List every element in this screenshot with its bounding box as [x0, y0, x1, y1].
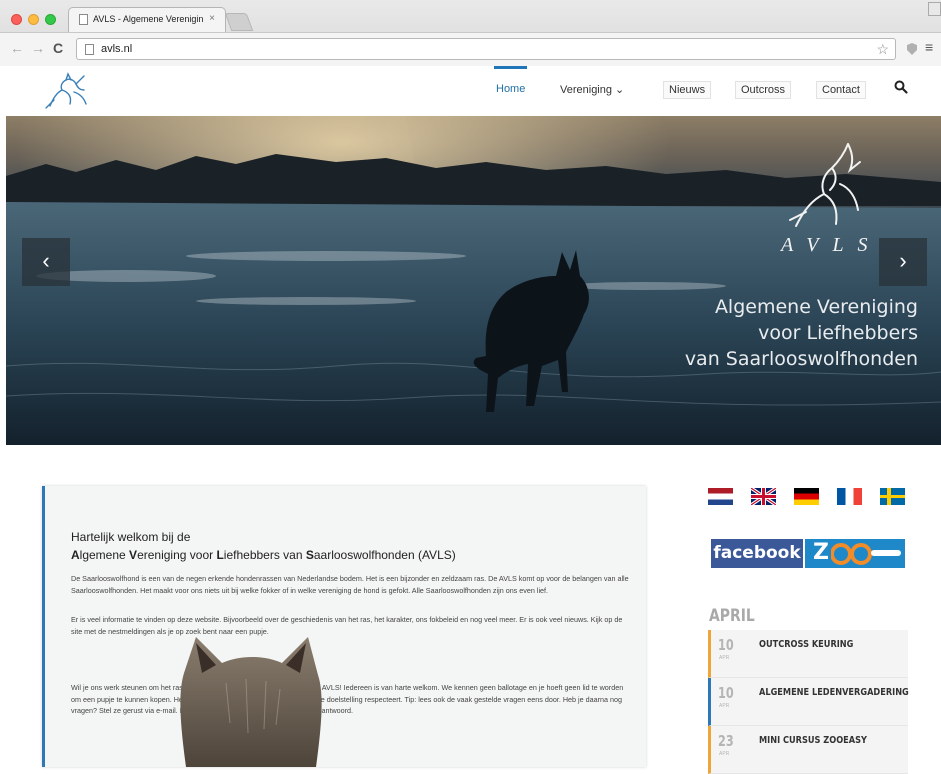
- event-month: APR: [719, 655, 730, 661]
- menu-icon[interactable]: ≡: [925, 39, 933, 55]
- nav-item-nieuws[interactable]: Nieuws: [663, 81, 712, 99]
- extension-icon[interactable]: [905, 42, 919, 56]
- address-bar[interactable]: avls.nl ☆: [76, 38, 896, 60]
- welcome-paragraph: Wil je ons werk steunen om het ras gezon…: [71, 683, 624, 715]
- welcome-subheading: Algemene Vereniging voor Liefhebbers van…: [71, 548, 456, 562]
- howling-wolf-logo-icon: [789, 143, 861, 227]
- browser-chrome: AVLS - Algemene Vereniging × ← → C avls.…: [0, 0, 941, 66]
- close-window-button[interactable]: [11, 14, 22, 25]
- forward-icon[interactable]: →: [31, 40, 45, 56]
- heading-word: ereniging voor: [137, 548, 217, 562]
- heading-word: aarlooswolfhonden (AVLS): [313, 548, 456, 562]
- bookmark-star-icon[interactable]: ☆: [876, 41, 889, 58]
- avls-logo-icon[interactable]: [40, 72, 96, 112]
- welcome-paragraph: Er is veel informatie te vinden op deze …: [71, 615, 623, 636]
- events-list: 10 APR OUTCROSS KEURING 10 APR ALGEMENE …: [708, 630, 909, 774]
- event-title[interactable]: MINI CURSUS ZOOEASY: [759, 735, 867, 746]
- event-title[interactable]: ALGEMENE LEDENVERGADERING: [759, 687, 909, 698]
- hero-slogan-line: van Saarlooswolfhonden: [684, 348, 918, 370]
- maximize-window-button[interactable]: [45, 14, 56, 25]
- nav-item-outcross[interactable]: Outcross: [735, 81, 792, 99]
- welcome-panel: Hartelijk welkom bij de Algemene Verenig…: [42, 486, 646, 767]
- event-title[interactable]: OUTCROSS KEURING: [759, 639, 853, 650]
- zooeasy-logo-icon: [831, 543, 901, 565]
- event-month: APR: [719, 703, 730, 709]
- flag-nl-icon[interactable]: [708, 488, 733, 505]
- heading-initial: A: [71, 548, 80, 562]
- flag-de-icon[interactable]: [794, 488, 819, 505]
- event-day: 23: [718, 732, 734, 750]
- language-flags: [708, 488, 908, 508]
- heading-initial: L: [216, 548, 224, 562]
- tab-close-icon[interactable]: ×: [209, 13, 215, 24]
- reload-icon[interactable]: C: [53, 40, 63, 56]
- event-item[interactable]: 10 APR OUTCROSS KEURING: [708, 630, 908, 678]
- heading-word: iefhebbers van: [223, 548, 306, 562]
- event-item[interactable]: 10 APR ALGEMENE LEDENVERGADERING: [708, 678, 909, 726]
- slider-next-button[interactable]: ›: [879, 238, 927, 286]
- hero-slogan-line: voor Liefhebbers: [758, 322, 918, 344]
- event-day: 10: [718, 684, 734, 702]
- hero-avls-text: AVLS: [781, 234, 882, 256]
- profile-icon[interactable]: [928, 2, 941, 16]
- tab-title: AVLS - Algemene Vereniging: [93, 14, 203, 24]
- browser-tab[interactable]: AVLS - Algemene Vereniging ×: [68, 7, 226, 32]
- new-tab-button[interactable]: [224, 13, 254, 31]
- heading-initial: V: [129, 548, 138, 562]
- heading-word: lgemene: [79, 548, 130, 562]
- page-icon: [85, 44, 94, 55]
- nav-item-contact[interactable]: Contact: [816, 81, 866, 99]
- nav-active-indicator: [494, 66, 527, 69]
- hero-slogan: Algemene Vereniging voor Liefhebbers van…: [646, 294, 918, 372]
- minimize-window-button[interactable]: [28, 14, 39, 25]
- welcome-heading: Hartelijk welkom bij de: [71, 530, 191, 544]
- flag-fr-icon[interactable]: [837, 488, 862, 505]
- cat-photo-overlay: [180, 637, 322, 767]
- events-month-heading: APRIL: [709, 606, 755, 626]
- zooeasy-logo-text: Z: [813, 540, 829, 565]
- welcome-paragraph: De Saarlooswolfhond is een van de negen …: [71, 574, 629, 595]
- event-month: APR: [719, 751, 730, 757]
- hero-slogan-line: Algemene Vereniging: [714, 296, 918, 318]
- page-icon: [79, 14, 88, 25]
- slider-prev-button[interactable]: ‹: [22, 238, 70, 286]
- nav-item-vereniging[interactable]: Vereniging ⌄: [560, 83, 624, 96]
- facebook-button[interactable]: facebook: [711, 539, 803, 568]
- search-icon[interactable]: [893, 79, 909, 95]
- site-header: Home Vereniging ⌄ Nieuws Outcross Contac…: [0, 66, 941, 116]
- hero-slider: ‹ › AVLS Algemene Vereniging voor Liefhe…: [6, 116, 941, 445]
- heading-initial: S: [305, 548, 314, 562]
- browser-toolbar: ← → C avls.nl ☆ ≡: [0, 32, 941, 66]
- zooeasy-banner[interactable]: Z: [805, 539, 905, 568]
- flag-se-icon[interactable]: [880, 488, 905, 505]
- flag-uk-icon[interactable]: [751, 488, 776, 505]
- url-text[interactable]: avls.nl: [101, 43, 132, 55]
- nav-item-home[interactable]: Home: [496, 83, 525, 95]
- back-icon[interactable]: ←: [10, 40, 24, 56]
- event-day: 10: [718, 636, 734, 654]
